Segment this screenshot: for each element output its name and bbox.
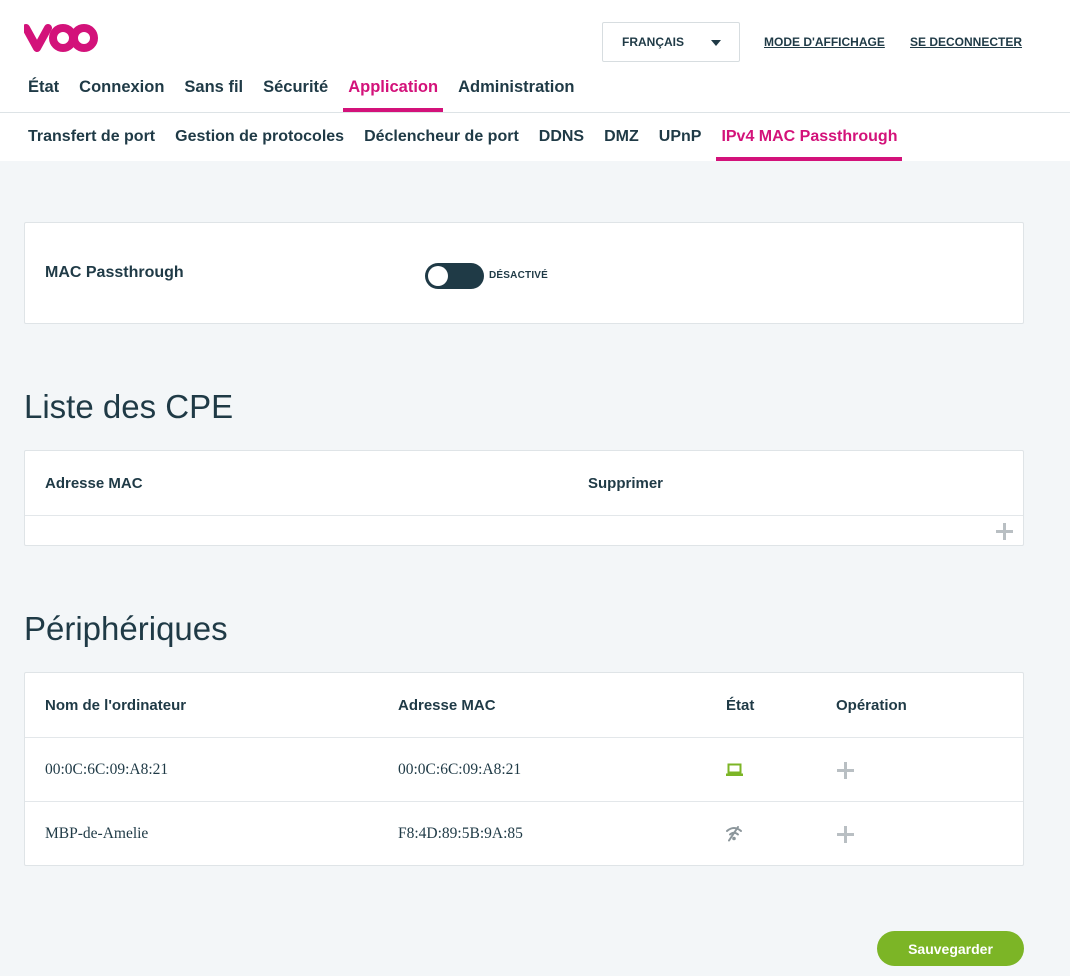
mac-passthrough-card: MAC Passthrough DÉSACTIVÉ <box>24 222 1024 324</box>
tab-port-trigger[interactable]: Déclencheur de port <box>354 128 529 161</box>
device-mac: 00:0C:6C:09:A8:21 <box>398 761 522 778</box>
nav-connexion[interactable]: Connexion <box>69 78 174 112</box>
divider <box>25 801 1023 802</box>
nav-sans-fil[interactable]: Sans fil <box>174 78 253 112</box>
device-name: MBP-de-Amelie <box>45 825 149 842</box>
tab-mac-passthrough[interactable]: IPv4 MAC Passthrough <box>711 128 907 161</box>
language-value: FRANÇAIS <box>622 35 684 49</box>
add-device-icon[interactable] <box>837 826 854 843</box>
dev-col-status: État <box>726 697 755 714</box>
tab-ddns[interactable]: DDNS <box>529 128 594 161</box>
mac-passthrough-toggle[interactable] <box>425 263 484 289</box>
nav-application[interactable]: Application <box>338 78 448 112</box>
divider <box>25 737 1023 738</box>
dev-col-name: Nom de l'ordinateur <box>45 697 187 714</box>
chevron-down-icon <box>711 40 721 46</box>
nav-etat[interactable]: État <box>28 78 69 112</box>
tab-dmz[interactable]: DMZ <box>594 128 649 161</box>
add-device-icon[interactable] <box>837 762 854 779</box>
cpe-col-mac: Adresse MAC <box>45 475 143 492</box>
sub-nav: Transfert de port Gestion de protocoles … <box>28 128 907 161</box>
toggle-knob <box>428 266 448 286</box>
language-select[interactable]: FRANÇAIS <box>602 22 740 62</box>
laptop-icon <box>726 763 743 776</box>
tab-port-forwarding[interactable]: Transfert de port <box>28 128 165 161</box>
save-button[interactable]: Sauvegarder <box>877 931 1024 966</box>
add-cpe-icon[interactable] <box>996 523 1013 540</box>
nav-securite[interactable]: Sécurité <box>253 78 338 112</box>
main-nav: État Connexion Sans fil Sécurité Applica… <box>28 78 585 112</box>
cpe-list-title: Liste des CPE <box>24 388 234 425</box>
dev-col-mac: Adresse MAC <box>398 697 496 714</box>
tab-upnp[interactable]: UPnP <box>649 128 712 161</box>
header: FRANÇAIS MODE D'AFFICHAGE SE DECONNECTER… <box>0 0 1070 113</box>
divider <box>25 515 1023 516</box>
voo-logo[interactable] <box>24 22 98 54</box>
mac-passthrough-label: MAC Passthrough <box>45 264 184 281</box>
devices-title: Périphériques <box>24 610 228 647</box>
toggle-state-label: DÉSACTIVÉ <box>489 270 549 281</box>
devices-table: Nom de l'ordinateur Adresse MAC État Opé… <box>24 672 1024 866</box>
wifi-off-icon <box>726 826 742 842</box>
cpe-col-delete: Supprimer <box>588 475 664 492</box>
tab-protocol-management[interactable]: Gestion de protocoles <box>165 128 354 161</box>
dev-col-operation: Opération <box>836 697 907 714</box>
logout-link[interactable]: SE DECONNECTER <box>910 35 1022 49</box>
device-mac: F8:4D:89:5B:9A:85 <box>398 825 523 842</box>
device-name: 00:0C:6C:09:A8:21 <box>45 761 169 778</box>
nav-administration[interactable]: Administration <box>448 78 584 112</box>
display-mode-link[interactable]: MODE D'AFFICHAGE <box>764 35 885 49</box>
sub-nav-bar: Transfert de port Gestion de protocoles … <box>0 113 1070 161</box>
cpe-table: Adresse MAC Supprimer <box>24 450 1024 546</box>
